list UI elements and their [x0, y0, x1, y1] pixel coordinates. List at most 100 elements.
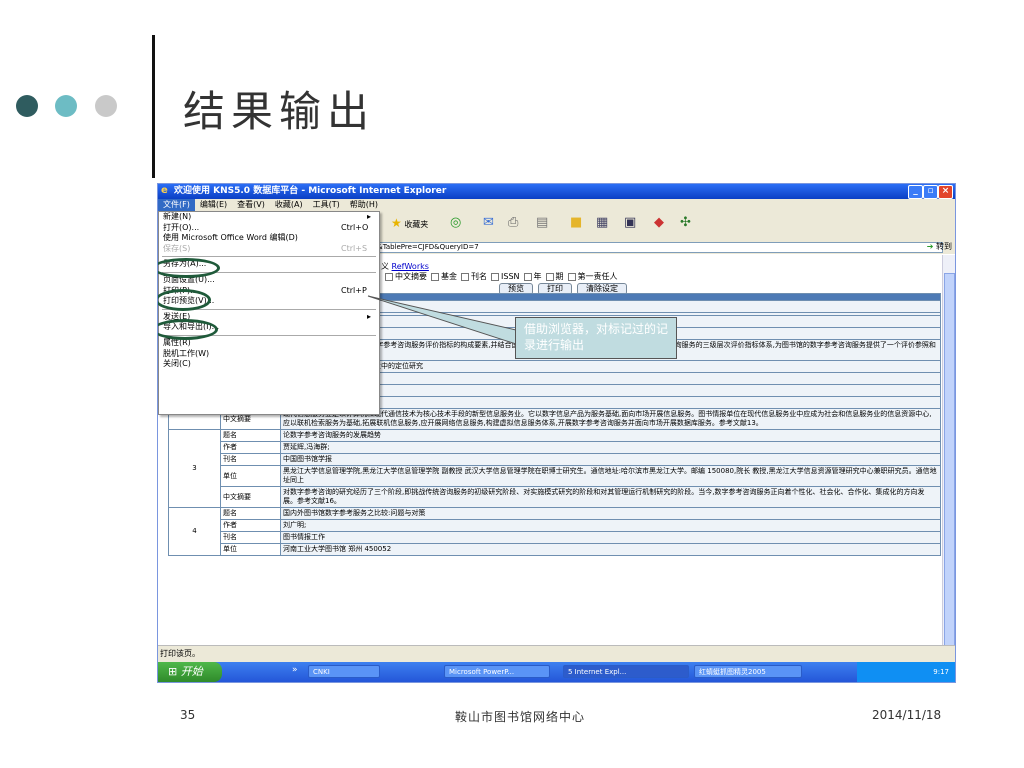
decor-dot-teal [55, 95, 77, 117]
field-checkbox[interactable] [491, 272, 499, 281]
window-title: 欢迎使用 KNS5.0 数据库平台 - Microsoft Internet E… [174, 186, 447, 196]
field-label: 刊名 [220, 531, 281, 544]
field-checkbox-label: 期 [555, 272, 564, 281]
maximize-button[interactable]: ▫ [923, 185, 938, 199]
go-button[interactable]: ➔ 转到 [927, 242, 952, 252]
field-checkbox-label: 中文摘要 [395, 272, 427, 281]
table-row: 作者 刘广明; [169, 519, 941, 532]
menu-item[interactable]: 编辑(E) [195, 199, 232, 211]
table-row: 中文摘要 对数字参考咨询的研究经历了三个阶段,即挑战传统咨询服务的初级研究阶段、对… [169, 486, 941, 508]
file-menu-item-label: 保存(S) [163, 243, 191, 253]
field-label: 刊名 [220, 453, 281, 466]
star-icon: ★ [391, 216, 402, 230]
history-icon[interactable]: ◎ [450, 216, 461, 229]
folder-icon[interactable]: ■ [570, 216, 582, 229]
file-menu-item[interactable]: 新建(N) ▸ [159, 212, 379, 223]
export-format-options: 义 RefWorks [381, 262, 429, 271]
scrollbar-thumb[interactable] [944, 273, 955, 673]
field-checkbox[interactable] [567, 272, 576, 281]
file-menu-item[interactable]: 关闭(C) [159, 359, 379, 370]
clock: 9:17 [933, 668, 949, 676]
file-menu-item-label: 关闭(C) [163, 359, 191, 369]
file-menu-shortcut: Ctrl+S [341, 243, 368, 253]
table-row: 3 题名 论数字参考咨询服务的发展趋势 [168, 429, 941, 508]
mail-icon[interactable]: ✉ [483, 216, 494, 229]
browser-screenshot: e 欢迎使用 KNS5.0 数据库平台 - Microsoft Internet… [157, 183, 956, 683]
menu-bar: 文件(F) 编辑(E) 查看(V) 收藏(A) 工具(T) 帮助(H) [158, 199, 955, 211]
field-checkbox[interactable] [385, 272, 393, 281]
minimize-button[interactable]: _ [908, 185, 923, 199]
task-powerpoint[interactable]: Microsoft PowerP... [444, 665, 550, 678]
field-checkbox-label: ISSN [501, 272, 520, 281]
field-checkbox-label: 年 [533, 272, 542, 281]
field-label: 中文摘要 [220, 486, 281, 508]
file-menu-item[interactable]: 使用 Microsoft Office Word 编辑(D) [159, 233, 379, 244]
file-menu-item[interactable]: 打开(O)... Ctrl+O [159, 223, 379, 234]
file-menu-shortcut: Ctrl+O [341, 222, 369, 232]
menu-item[interactable]: 查看(V) [232, 199, 270, 211]
file-menu-shortcut: Ctrl+P [341, 285, 367, 295]
menu-item[interactable]: 收藏(A) [270, 199, 308, 211]
menu-item[interactable]: 工具(T) [308, 199, 345, 211]
field-checkbox[interactable] [461, 272, 469, 281]
table-row: 刊名中国图书馆学报 [169, 453, 941, 466]
address-input[interactable]: aspx?&TablePre=CJFD&QueryID=7 [354, 242, 943, 253]
menu-item[interactable]: 帮助(H) [345, 199, 383, 211]
table-row: 刊名 图书情报工作 [169, 531, 941, 544]
file-menu-dropdown: 新建(N) ▸ 打开(O)... Ctrl+O 使用 Microsoft Office … [158, 211, 380, 415]
field-value: 贾延辉,冯海群; [280, 441, 941, 454]
close-button[interactable]: × [938, 185, 953, 199]
task-internet-explorer[interactable]: 5 Internet Expl... [563, 665, 689, 678]
status-bar: 打印该页。 [158, 645, 955, 662]
file-menu-item-label: 打开(O)... [163, 222, 200, 232]
field-value: 图书情报工作 [280, 531, 941, 544]
favorites-button[interactable]: ★ 收藏夹 [391, 216, 428, 230]
window-titlebar: e 欢迎使用 KNS5.0 数据库平台 - Microsoft Internet… [158, 184, 955, 199]
table-row: 作者 贾延辉,冯海群; [169, 441, 941, 454]
messenger-icon[interactable]: ▣ [624, 216, 636, 229]
field-value: 刘广明; [280, 519, 941, 532]
vertical-scrollbar[interactable] [942, 255, 955, 673]
slide-title: 结果输出 [183, 87, 376, 136]
ie-logo-icon: e [161, 185, 168, 196]
plugin-icon[interactable]: ◆ [654, 216, 664, 229]
quicklaunch-chevron[interactable]: » [292, 665, 298, 675]
submenu-arrow-icon: ▸ [366, 311, 371, 321]
edit-icon[interactable]: ▤ [536, 216, 548, 229]
record-number: 4 [168, 507, 221, 556]
field-checkbox[interactable] [545, 272, 554, 281]
print-icon[interactable]: ⎙ [508, 216, 518, 229]
decor-dot-gray [95, 95, 117, 117]
field-label: 单位 [220, 543, 281, 556]
decor-dot-dark [16, 95, 38, 117]
field-value: 论数字参考咨询服务的发展趋势 [280, 429, 941, 442]
table-row: 4 题名 国内外图书馆数字参考服务之比较:问题与对策 [168, 507, 941, 556]
table-row: 单位 黑龙江大学信息管理学院,黑龙江大学信息管理学院 副教授 武汉大学信息管理学院… [169, 465, 941, 487]
field-value: 黑龙江大学信息管理学院,黑龙江大学信息管理学院 副教授 武汉大学信息管理学院在职… [280, 465, 941, 487]
field-checkbox-label: 基金 [441, 272, 457, 281]
task-cnki[interactable]: CNKI [308, 665, 380, 678]
highlight-ring-print [158, 289, 211, 311]
field-checkbox-label: 第一责任人 [577, 272, 618, 281]
extra-icon[interactable]: ✣ [680, 216, 691, 229]
menu-separator [162, 256, 376, 258]
record-number: 3 [168, 429, 221, 508]
field-value: 对数字参考咨询的研究经历了三个阶段,即挑战传统咨询服务的初级研究阶段、对实施模式… [280, 486, 941, 508]
file-menu-item[interactable]: 脱机工作(W) [159, 349, 379, 360]
file-menu-item[interactable]: 保存(S) Ctrl+S [159, 244, 379, 255]
system-tray: 9:17 [857, 662, 955, 682]
menu-item[interactable]: 文件(F) [158, 199, 195, 211]
task-screen-capture[interactable]: 红蜻蜓抓图精灵2005 [694, 665, 802, 678]
field-checkbox[interactable] [523, 272, 532, 281]
refworks-link[interactable]: RefWorks [392, 262, 429, 271]
slide-footer-org: 鞍山市图书馆网络中心 [455, 710, 586, 724]
file-menu-item-label: 新建(N) [163, 212, 192, 221]
field-checkbox[interactable] [431, 272, 439, 281]
field-label: 单位 [220, 465, 281, 487]
title-divider [152, 35, 155, 178]
field-value: 中国图书馆学报 [280, 453, 941, 466]
go-arrow-icon: ➔ [926, 242, 934, 251]
field-checkboxes: 中文摘要 基金 刊名 ISSN 年 期 第一责任人 [381, 272, 618, 282]
start-button[interactable]: ⊞ 开始 [158, 662, 222, 682]
research-icon[interactable]: ▦ [596, 216, 608, 229]
